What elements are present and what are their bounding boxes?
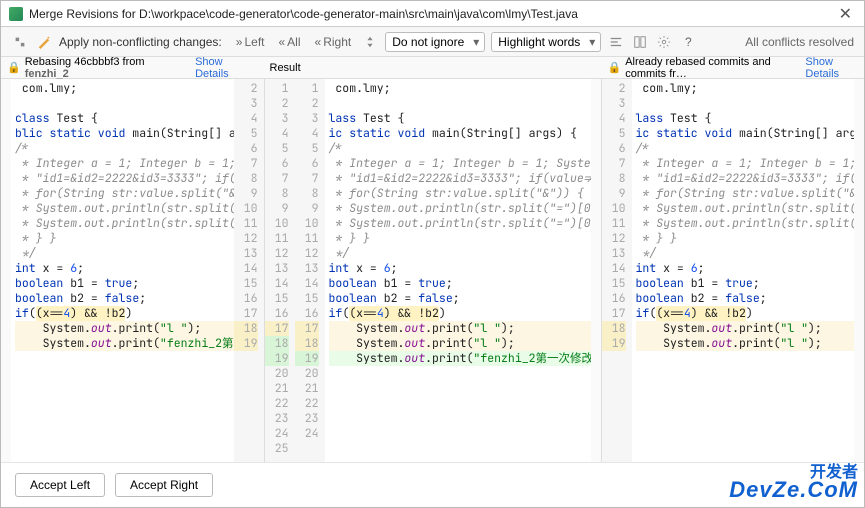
ignore-select[interactable]: Do not ignore <box>385 32 485 52</box>
wrap-icon[interactable] <box>607 33 625 51</box>
center-pane: 1234567891011121314151617181920212223242… <box>264 79 602 479</box>
titlebar: Merge Revisions for D:\workpace\code-gen… <box>1 1 864 27</box>
center-code[interactable]: com.lmy; lass Test { ic static void main… <box>325 79 591 479</box>
center-header: Result <box>264 62 602 74</box>
toolbar: Apply non-conflicting changes: »Left «Al… <box>1 27 864 57</box>
lock-icon: 🔒 <box>608 61 622 74</box>
accept-left-button[interactable]: Accept Left <box>15 473 105 497</box>
highlight-select[interactable]: Highlight words <box>491 32 601 52</box>
editor-container: com.lmy; class Test { blic static void m… <box>1 79 864 479</box>
show-details-right[interactable]: Show Details <box>805 56 858 80</box>
nav-all-button[interactable]: «All <box>274 33 304 51</box>
nav-right-button[interactable]: «Right <box>311 33 356 51</box>
show-details-left[interactable]: Show Details <box>195 56 257 80</box>
footer: Accept Left Accept Right <box>1 462 864 507</box>
pane-headers: 🔒 Rebasing 46cbbbf3 from fenzhi_2 Show D… <box>1 57 864 79</box>
apply-label: Apply non-conflicting changes: <box>59 35 222 49</box>
lock-icon: 🔒 <box>7 61 21 74</box>
accept-right-button[interactable]: Accept Right <box>115 473 213 497</box>
nav-left-button[interactable]: »Left <box>232 33 269 51</box>
right-code[interactable]: com.lmy; lass Test { ic static void main… <box>632 79 855 479</box>
left-header-text: Rebasing 46cbbbf3 from fenzhi_2 <box>25 56 187 80</box>
left-code[interactable]: com.lmy; class Test { blic static void m… <box>11 79 234 479</box>
right-header-text: Already rebased commits and commits fr… <box>625 56 797 80</box>
close-icon[interactable]: ✕ <box>835 4 856 24</box>
help-icon[interactable]: ? <box>679 33 697 51</box>
conflicts-status: All conflicts resolved <box>745 35 854 49</box>
right-gutter: 2345678910111213141516171819 <box>602 79 632 479</box>
gear-icon[interactable] <box>655 33 673 51</box>
left-gutter: 2345678910111213141516171819 <box>234 79 264 479</box>
expand-icon[interactable] <box>361 33 379 51</box>
magic-icon[interactable] <box>35 33 53 51</box>
app-icon <box>9 7 23 21</box>
left-pane: com.lmy; class Test { blic static void m… <box>1 79 264 479</box>
window-title: Merge Revisions for D:\workpace\code-gen… <box>29 7 835 21</box>
collapse-icon[interactable] <box>11 33 29 51</box>
center-gutter: 1234567891011121314151617181920212223242… <box>265 79 325 479</box>
layout-icon[interactable] <box>631 33 649 51</box>
right-pane: 2345678910111213141516171819 com.lmy; la… <box>602 79 865 479</box>
